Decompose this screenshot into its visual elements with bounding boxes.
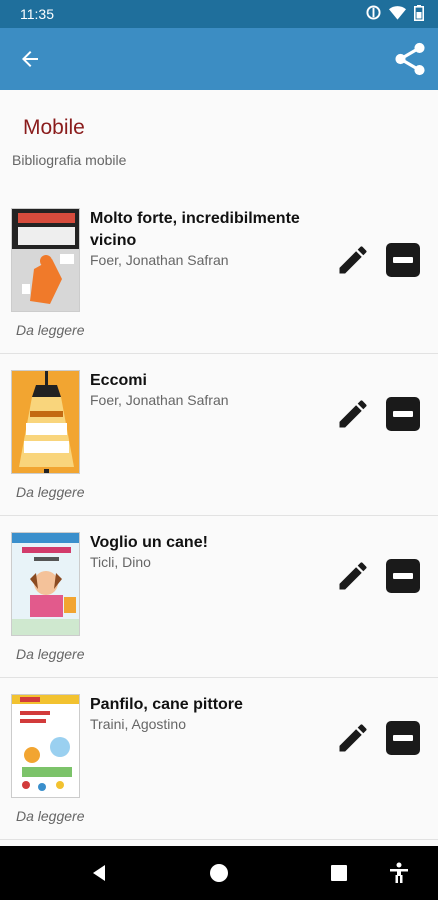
pencil-icon xyxy=(339,724,367,752)
nav-back-button[interactable] xyxy=(86,860,112,886)
share-icon xyxy=(395,42,425,76)
edit-book-button[interactable] xyxy=(333,394,373,434)
book-cover-image xyxy=(11,370,80,474)
edit-book-button[interactable] xyxy=(333,240,373,280)
minus-icon xyxy=(393,257,413,263)
book-item[interactable]: Voglio un cane! Ticli, Dino Da leggere xyxy=(0,516,438,678)
book-reading-status: Da leggere xyxy=(16,322,85,338)
back-button[interactable] xyxy=(10,39,50,79)
bibliography-subtitle: Bibliografia mobile xyxy=(12,152,127,168)
book-item[interactable]: Eccomi Foer, Jonathan Safran Da leggere xyxy=(0,354,438,516)
bibliography-content: Mobile Bibliografia mobile Molto forte, … xyxy=(0,90,438,846)
book-cover-image xyxy=(11,694,80,798)
minus-icon xyxy=(393,735,413,741)
book-author: Foer, Jonathan Safran xyxy=(90,392,229,408)
remove-book-button[interactable] xyxy=(386,721,420,755)
book-item[interactable]: Molto forte, incredibilmente vicino Foer… xyxy=(0,192,438,354)
minus-icon xyxy=(393,411,413,417)
book-reading-status: Da leggere xyxy=(16,808,85,824)
edit-book-button[interactable] xyxy=(333,718,373,758)
pencil-icon xyxy=(339,400,367,428)
recents-square-icon xyxy=(331,865,347,881)
minus-icon xyxy=(393,573,413,579)
remove-book-button[interactable] xyxy=(386,397,420,431)
book-title: Eccomi xyxy=(90,372,147,389)
nav-accessibility-button[interactable] xyxy=(386,860,412,886)
share-button[interactable] xyxy=(390,39,430,79)
home-circle-icon xyxy=(210,864,228,882)
book-title: Molto forte, incredibilmente vicino xyxy=(90,210,300,249)
book-cover-image xyxy=(11,532,80,636)
battery-icon xyxy=(414,4,424,24)
book-title: Voglio un cane! xyxy=(90,534,208,551)
wifi-icon xyxy=(389,5,406,23)
status-time: 11:35 xyxy=(20,6,54,22)
pencil-icon xyxy=(339,246,367,274)
book-author: Foer, Jonathan Safran xyxy=(90,252,229,268)
book-author: Ticli, Dino xyxy=(90,554,151,570)
book-cover-image xyxy=(11,208,80,312)
system-navigation-bar xyxy=(0,846,438,900)
remove-book-button[interactable] xyxy=(386,243,420,277)
book-author: Traini, Agostino xyxy=(90,716,186,732)
status-icons xyxy=(366,4,424,24)
edit-book-button[interactable] xyxy=(333,556,373,596)
status-bar: 11:35 xyxy=(0,0,438,28)
book-reading-status: Da leggere xyxy=(16,484,85,500)
app-bar xyxy=(0,28,438,90)
book-title: Panfilo, cane pittore xyxy=(90,696,243,713)
accessibility-icon xyxy=(390,862,408,883)
nav-home-button[interactable] xyxy=(206,860,232,886)
nav-recents-button[interactable] xyxy=(326,860,352,886)
book-item[interactable]: Panfilo, cane pittore Traini, Agostino D… xyxy=(0,678,438,840)
pencil-icon xyxy=(339,562,367,590)
data-saver-icon xyxy=(366,5,381,23)
remove-book-button[interactable] xyxy=(386,559,420,593)
arrow-left-icon xyxy=(22,51,38,67)
book-reading-status: Da leggere xyxy=(16,646,85,662)
bibliography-title: Mobile xyxy=(23,116,85,139)
back-triangle-icon xyxy=(93,865,105,881)
